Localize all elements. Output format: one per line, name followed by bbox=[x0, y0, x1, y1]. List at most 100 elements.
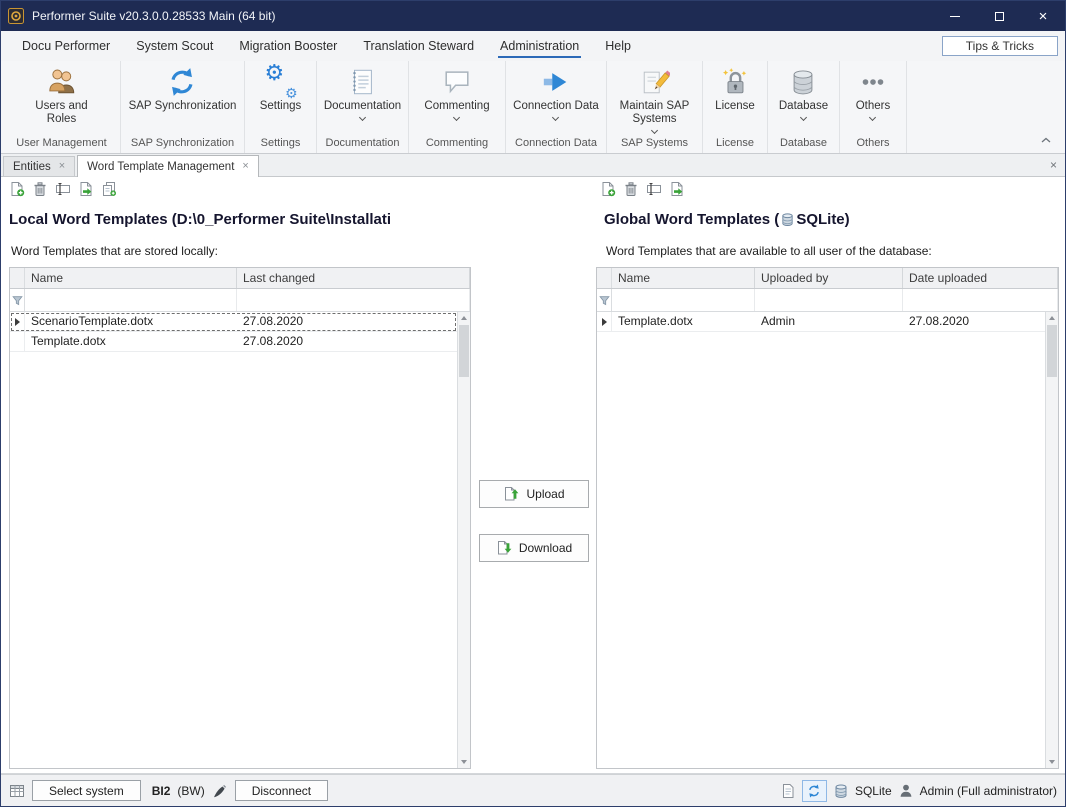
filter-cell[interactable] bbox=[25, 289, 237, 311]
database-label: SQLite bbox=[855, 784, 892, 798]
commenting-dropdown-button[interactable]: Commenting bbox=[418, 63, 495, 120]
vertical-scrollbar[interactable] bbox=[1045, 312, 1058, 768]
tabstrip-close-icon[interactable]: × bbox=[1050, 158, 1057, 172]
ribbon-collapse-button[interactable] bbox=[1037, 133, 1055, 147]
ribbon-group-label: Connection Data bbox=[506, 136, 606, 153]
scroll-track[interactable] bbox=[1046, 324, 1058, 756]
minimize-button[interactable] bbox=[933, 1, 977, 31]
ribbon-group-sap-systems: Maintain SAP Systems SAP Systems bbox=[607, 61, 703, 153]
connected-system-type: (BW) bbox=[177, 784, 204, 798]
tips-tricks-button[interactable]: Tips & Tricks bbox=[942, 36, 1058, 56]
column-header-name[interactable]: Name bbox=[612, 268, 755, 288]
tab-word-template-management[interactable]: Word Template Management × bbox=[77, 155, 259, 177]
scroll-track[interactable] bbox=[458, 324, 470, 756]
comment-icon bbox=[442, 67, 472, 97]
database-icon bbox=[833, 783, 849, 799]
scroll-down-button[interactable] bbox=[1046, 756, 1058, 768]
ribbon-group-label: License bbox=[703, 136, 767, 153]
copy-template-icon[interactable] bbox=[101, 181, 117, 197]
close-icon[interactable]: × bbox=[59, 161, 65, 172]
sync-button[interactable] bbox=[802, 780, 827, 802]
table-body: ScenarioTemplate.dotx 27.08.2020 Templat… bbox=[10, 312, 457, 768]
column-header-date-uploaded[interactable]: Date uploaded bbox=[903, 268, 1058, 288]
rename-template-icon[interactable] bbox=[646, 181, 662, 197]
select-system-button[interactable]: Select system bbox=[32, 780, 141, 801]
maximize-button[interactable] bbox=[977, 1, 1021, 31]
report-icon[interactable] bbox=[780, 783, 796, 799]
local-templates-table: Name Last changed ScenarioTemplate.dotx bbox=[9, 267, 471, 769]
ribbon-item-label: Users and Roles bbox=[31, 100, 93, 126]
close-button[interactable]: × bbox=[1021, 1, 1065, 31]
delete-template-icon[interactable] bbox=[623, 181, 639, 197]
scroll-down-button[interactable] bbox=[458, 756, 470, 768]
ribbon-item-label: SAP Synchronization bbox=[129, 100, 237, 113]
global-panel-title: Global Word Templates (SQLite) bbox=[604, 211, 1065, 228]
delete-template-icon[interactable] bbox=[32, 181, 48, 197]
connection-data-dropdown-button[interactable]: Connection Data bbox=[507, 63, 605, 120]
table-row[interactable]: ScenarioTemplate.dotx 27.08.2020 bbox=[10, 312, 457, 332]
scroll-thumb[interactable] bbox=[1047, 325, 1057, 377]
menu-tab-system-scout[interactable]: System Scout bbox=[123, 31, 226, 61]
download-button[interactable]: Download bbox=[479, 534, 589, 562]
table-row[interactable]: Template.dotx Admin 27.08.2020 bbox=[597, 312, 1045, 332]
menu-tab-migration-booster[interactable]: Migration Booster bbox=[226, 31, 350, 61]
settings-button[interactable]: ⚙⚙ Settings bbox=[254, 63, 308, 113]
maintain-sap-systems-dropdown-button[interactable]: Maintain SAP Systems bbox=[613, 63, 697, 133]
ribbon-item-label: License bbox=[715, 100, 755, 113]
arrow-down-icon bbox=[1049, 760, 1055, 764]
upload-button[interactable]: Upload bbox=[479, 480, 589, 508]
close-icon: × bbox=[1039, 9, 1048, 24]
database-dropdown-button[interactable]: Database bbox=[773, 63, 834, 120]
users-and-roles-button[interactable]: Users and Roles bbox=[25, 63, 99, 126]
menu-tab-translation-steward[interactable]: Translation Steward bbox=[350, 31, 487, 61]
gears-icon: ⚙⚙ bbox=[266, 67, 296, 97]
cell-date-uploaded: 27.08.2020 bbox=[903, 312, 1045, 331]
filter-cell[interactable] bbox=[755, 289, 903, 311]
pencil-icon bbox=[640, 67, 670, 97]
open-template-icon[interactable] bbox=[78, 181, 94, 197]
window-title: Performer Suite v20.3.0.0.28533 Main (64… bbox=[32, 9, 275, 23]
tab-entities[interactable]: Entities × bbox=[3, 156, 75, 176]
column-header-name[interactable]: Name bbox=[25, 268, 237, 288]
column-header-last-changed[interactable]: Last changed bbox=[237, 268, 470, 288]
filter-cell[interactable] bbox=[612, 289, 755, 311]
column-header-uploaded-by[interactable]: Uploaded by bbox=[755, 268, 903, 288]
cell-name: Template.dotx bbox=[25, 332, 237, 351]
arrow-up-icon bbox=[1049, 316, 1055, 320]
sap-synchronization-button[interactable]: SAP Synchronization bbox=[123, 63, 243, 113]
documentation-dropdown-button[interactable]: Documentation bbox=[318, 63, 407, 120]
open-template-icon[interactable] bbox=[669, 181, 685, 197]
new-template-icon[interactable] bbox=[600, 181, 616, 197]
license-button[interactable]: License bbox=[709, 63, 761, 113]
upload-label: Upload bbox=[526, 487, 564, 501]
close-icon[interactable]: × bbox=[242, 161, 248, 172]
sqlite-database-icon bbox=[780, 212, 795, 227]
ribbon-group-label: SAP Systems bbox=[607, 136, 702, 153]
scroll-up-button[interactable] bbox=[458, 312, 470, 324]
arrow-up-icon bbox=[461, 316, 467, 320]
upload-icon bbox=[503, 486, 519, 502]
ribbon-item-label: Commenting bbox=[424, 100, 489, 113]
new-template-icon[interactable] bbox=[9, 181, 25, 197]
scroll-thumb[interactable] bbox=[459, 325, 469, 377]
disconnect-button[interactable]: Disconnect bbox=[235, 780, 328, 801]
filter-cell[interactable] bbox=[237, 289, 470, 311]
menu-tab-help[interactable]: Help bbox=[592, 31, 644, 61]
app-icon[interactable] bbox=[8, 8, 24, 24]
cell-uploaded-by: Admin bbox=[755, 312, 903, 331]
menu-tab-administration[interactable]: Administration bbox=[487, 31, 592, 61]
sync-icon bbox=[807, 784, 821, 798]
ribbon-group-label: Database bbox=[768, 136, 839, 153]
table-row[interactable]: Template.dotx 27.08.2020 bbox=[10, 332, 457, 352]
sap-sync-icon bbox=[167, 67, 197, 97]
filter-cell[interactable] bbox=[903, 289, 1058, 311]
menu-tab-docu-performer[interactable]: Docu Performer bbox=[9, 31, 123, 61]
rename-template-icon[interactable] bbox=[55, 181, 71, 197]
ribbon: Users and Roles User Management SAP Sync… bbox=[1, 61, 1065, 154]
others-dropdown-button[interactable]: Others bbox=[850, 63, 897, 120]
table-header-row: Name Last changed bbox=[10, 268, 470, 289]
scroll-up-button[interactable] bbox=[1046, 312, 1058, 324]
vertical-scrollbar[interactable] bbox=[457, 312, 470, 768]
systems-grid-icon[interactable] bbox=[9, 783, 25, 799]
ribbon-group-sap-synchronization: SAP Synchronization SAP Synchronization bbox=[121, 61, 245, 153]
